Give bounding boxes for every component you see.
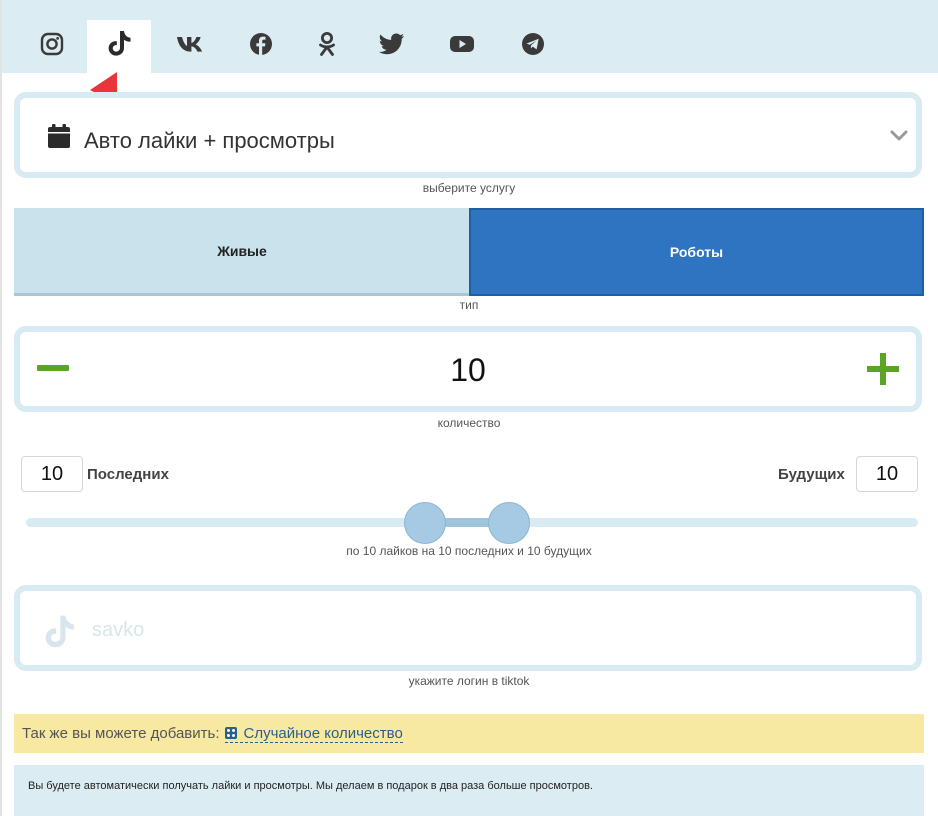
type-option-live[interactable]: Живые [14,208,470,296]
service-hint: выберите услугу [422,181,516,195]
last-posts-label: Последних [87,466,169,483]
login-hint: укажите логин в tiktok [408,674,530,688]
chevron-down-icon[interactable] [890,130,908,142]
social-tabs-bar [2,0,938,73]
quantity-hint: количество [437,416,501,430]
tiktok-icon [45,615,74,648]
login-placeholder: savko [92,619,145,641]
telegram-icon [522,32,544,55]
future-posts-input[interactable]: 10 [856,456,918,492]
extras-notice: Так же вы можете добавить: Случайное кол… [14,714,924,753]
tab-telegram[interactable] [501,20,565,73]
facebook-icon [250,32,272,55]
quantity-stepper: 10 [14,326,922,412]
slider-thumb-future[interactable] [488,502,530,544]
type-option-bots[interactable]: Роботы [469,208,924,296]
info-box: Вы будете автоматически получать лайки и… [14,765,924,816]
tab-instagram[interactable] [20,20,84,73]
twitter-icon [379,33,404,54]
youtube-icon [450,35,474,52]
posts-summary: по 10 лайков на 10 последних и 10 будущи… [346,544,592,558]
tab-odnoklassniki[interactable] [295,20,359,73]
odnoklassniki-icon [319,31,335,56]
increment-button[interactable] [866,352,902,386]
slider-thumb-last[interactable] [404,502,446,544]
login-field[interactable]: savko [14,585,922,671]
service-select[interactable]: Авто лайки + просмотры [14,92,922,178]
extras-text: Так же вы можете добавить: [22,725,220,742]
tiktok-icon [108,30,131,56]
tab-vk[interactable] [158,20,222,73]
tab-facebook[interactable] [229,20,293,73]
tab-youtube[interactable] [430,20,494,73]
instagram-icon [40,32,64,55]
vk-icon [177,36,202,52]
future-posts-label: Будущих [778,466,845,483]
tab-twitter[interactable] [360,20,424,73]
info-text: Вы будете автоматически получать лайки и… [28,780,593,792]
last-posts-input[interactable]: 10 [21,456,83,492]
tab-tiktok[interactable] [87,20,151,73]
service-selected-value: Авто лайки + просмотры [84,128,335,153]
calendar-icon [48,124,70,148]
random-quantity-label: Случайное количество [243,724,403,742]
type-hint: тип [459,298,479,312]
dice-icon [225,727,238,739]
quantity-value[interactable]: 10 [20,352,916,389]
random-quantity-link[interactable]: Случайное количество [225,724,403,743]
